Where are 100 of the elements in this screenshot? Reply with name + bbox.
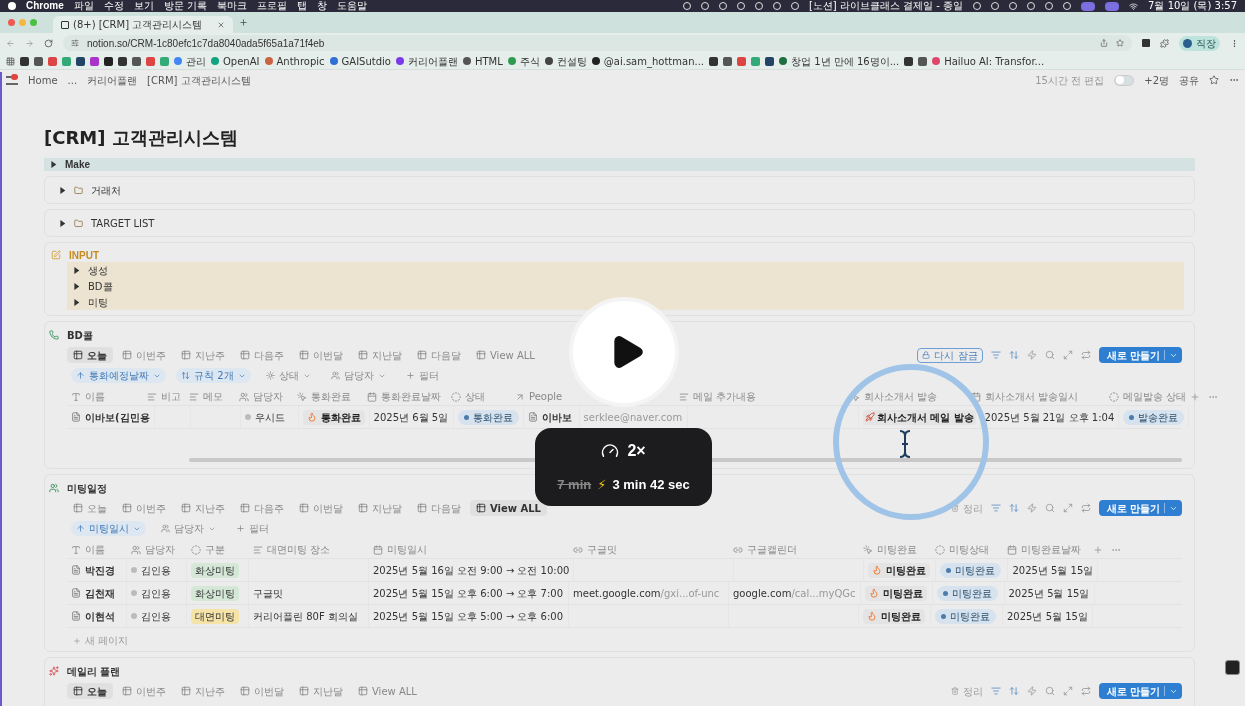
view-tab[interactable]: 다음주 xyxy=(234,347,290,363)
reload-icon[interactable] xyxy=(44,38,53,48)
apple-icon[interactable] xyxy=(8,2,16,10)
page-title[interactable]: 이바보 xyxy=(541,409,572,425)
toggle-row[interactable]: 생성 xyxy=(67,262,1184,278)
filter-chip[interactable]: 통화예정날짜 xyxy=(71,368,166,383)
bookmark[interactable]: @ai.sam_hottman... xyxy=(591,53,704,69)
column-header[interactable]: 미팅일시 xyxy=(387,542,427,557)
bookmark[interactable]: HTML xyxy=(462,53,503,69)
sort-icon[interactable] xyxy=(1008,686,1019,696)
sort-icon[interactable] xyxy=(1008,350,1019,360)
column-header[interactable]: 비고 xyxy=(161,389,181,404)
action-button[interactable]: 회사소개서 메일 발송 xyxy=(862,409,976,425)
view-tab[interactable]: 지난주 xyxy=(175,347,231,363)
bookmark[interactable]: 창업 1년 만에 16명이... xyxy=(779,53,900,69)
column-header[interactable]: 회사소개서 발송 xyxy=(864,389,938,404)
page-title[interactable]: 박진경 xyxy=(85,562,115,578)
back-icon[interactable] xyxy=(6,38,15,48)
column-header[interactable]: 이름 xyxy=(85,542,105,557)
view-tab[interactable]: 다음달 xyxy=(411,500,467,516)
breadcrumb[interactable]: [CRM] 고객관리시스템 xyxy=(147,72,251,88)
filter-chip[interactable]: 미팅일시 xyxy=(71,521,146,536)
column-header[interactable]: 통화완료날짜 xyxy=(381,389,441,404)
view-tab[interactable]: View ALL xyxy=(470,500,547,516)
column-header[interactable]: 미팅완료 xyxy=(877,542,917,557)
column-header[interactable]: 대면미팅 장소 xyxy=(267,542,331,557)
view-tab[interactable]: 지난주 xyxy=(175,500,231,516)
column-header[interactable]: 구글캘린더 xyxy=(747,542,797,557)
expand-icon[interactable] xyxy=(1062,350,1073,360)
new-button[interactable]: 새로 만들기 xyxy=(1098,347,1182,363)
member-count[interactable]: +2명 xyxy=(1144,72,1169,88)
column-header[interactable]: 이름 xyxy=(85,389,105,404)
view-tab[interactable]: 이번달 xyxy=(234,683,290,699)
menu-item[interactable]: 프로필 xyxy=(257,1,287,11)
view-tab[interactable]: 지난달 xyxy=(352,500,408,516)
apps-icon[interactable] xyxy=(6,56,15,66)
menu-item[interactable]: 방문 기록 xyxy=(163,1,207,11)
view-tab[interactable]: 오늘 xyxy=(67,683,113,699)
browser-tab[interactable]: (8+) [CRM] 고객관리시스템 xyxy=(53,16,233,33)
arrange-button[interactable]: 정리 xyxy=(950,683,983,699)
menu-item[interactable]: 수정 xyxy=(103,1,124,11)
link[interactable]: google.com/cal...myQGc xyxy=(733,585,856,601)
column-header[interactable]: 상태 xyxy=(465,389,485,404)
column-header[interactable]: 메모 xyxy=(203,389,223,404)
view-tab[interactable]: 이번달 xyxy=(293,500,349,516)
new-page-button[interactable]: 새 페이지 xyxy=(73,633,129,648)
app-menu[interactable]: Chrome xyxy=(26,1,64,11)
view-tab[interactable]: 지난주 xyxy=(175,683,231,699)
expand-icon[interactable] xyxy=(1062,503,1073,513)
filter-chip[interactable]: 상태 xyxy=(260,368,316,383)
column-header[interactable]: 구글밋 xyxy=(587,542,617,557)
menu-item[interactable]: 파일 xyxy=(73,1,94,11)
column-header[interactable]: 미팅완료날짜 xyxy=(1021,542,1081,557)
lock-button[interactable]: 다시 잠금 xyxy=(917,347,983,363)
page-title[interactable]: 이현석 xyxy=(85,608,115,624)
link[interactable]: meet.google.com/gxi...of-unc xyxy=(573,585,720,601)
caret-icon[interactable] xyxy=(50,161,57,168)
toggle-card[interactable]: TARGET LIST xyxy=(44,209,1195,237)
menu-icon[interactable] xyxy=(1230,38,1239,48)
close-icon[interactable] xyxy=(217,20,225,29)
view-tab[interactable]: 이번주 xyxy=(116,500,172,516)
column-header[interactable]: 담당자 xyxy=(145,542,175,557)
search-icon[interactable] xyxy=(1044,503,1055,513)
view-tab[interactable]: 지난달 xyxy=(293,683,349,699)
toggle-switch[interactable] xyxy=(1114,74,1135,86)
bookmark-star-icon[interactable] xyxy=(1116,39,1124,47)
menu-item[interactable]: 탭 xyxy=(297,1,307,11)
menu-item[interactable]: 보기 xyxy=(133,1,154,11)
column-header[interactable]: 회사소개서 발송일시 xyxy=(985,389,1079,404)
extensions-icon[interactable] xyxy=(1160,38,1169,48)
column-header[interactable]: 미팅상태 xyxy=(949,542,989,557)
close-window-icon[interactable] xyxy=(8,19,15,26)
bookmark[interactable]: 관리 xyxy=(174,53,206,69)
clock[interactable]: 7월 10일 (목) 3:57 xyxy=(1148,1,1237,11)
column-header[interactable]: 구분 xyxy=(205,542,225,557)
column-header[interactable]: People xyxy=(529,389,563,404)
address-bar[interactable]: notion.so/CRM-1c80efc1c7da8040ada5f65a1a71f4eb xyxy=(63,35,1132,51)
install-icon[interactable] xyxy=(1100,39,1108,47)
view-tab[interactable]: 다음달 xyxy=(411,347,467,363)
breadcrumb[interactable]: ... xyxy=(67,72,78,88)
new-button[interactable]: 새로 만들기 xyxy=(1098,500,1182,516)
view-tab[interactable]: View ALL xyxy=(470,347,541,363)
action-button[interactable]: 미팅완료 xyxy=(863,608,925,624)
breadcrumb[interactable]: Home xyxy=(28,72,58,88)
app-icon[interactable] xyxy=(1225,660,1240,675)
view-tab[interactable]: 이번주 xyxy=(116,683,172,699)
toggle-row[interactable]: 미팅 xyxy=(67,294,1184,310)
caret-icon[interactable] xyxy=(59,186,66,194)
bookmark[interactable]: 커리어플랜 xyxy=(395,53,458,69)
view-tab[interactable]: 지난달 xyxy=(352,347,408,363)
sort-icon[interactable] xyxy=(1008,503,1019,513)
wifi-icon[interactable] xyxy=(1129,1,1139,11)
swap-icon[interactable] xyxy=(1080,503,1091,513)
breadcrumb[interactable]: 커리어플랜 xyxy=(87,72,138,88)
filter-chip[interactable]: 규칙 2개 xyxy=(176,368,251,383)
swap-icon[interactable] xyxy=(1080,350,1091,360)
column-header[interactable]: 메일발송 상태 xyxy=(1123,389,1187,404)
view-tab[interactable]: 이번주 xyxy=(116,347,172,363)
extension-icon[interactable] xyxy=(1142,39,1150,47)
sidebar-menu-icon[interactable] xyxy=(6,75,18,85)
